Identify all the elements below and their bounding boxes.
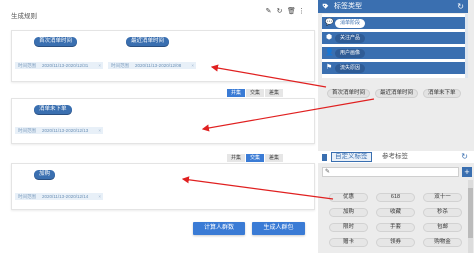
union-button[interactable]: 并集 [227,89,246,97]
flag-icon: ⚑ [325,64,333,71]
tab-reference-tags[interactable]: 参考标签 [382,152,408,162]
tag-type-title: 标签类型 [334,3,362,10]
custom-tag[interactable]: 购物金 [423,238,462,247]
scrollbar-thumb[interactable] [468,188,473,238]
bookmark-icon [322,154,327,161]
tag-type-header: 标签类型 ↻ [318,0,468,13]
union-button[interactable]: 并集 [227,154,246,162]
time-range-row[interactable]: 时间范围 2020/11/13-2020/12/14 × [15,193,103,200]
tag-input[interactable]: ✎ [322,167,459,177]
intersect-button[interactable]: 交集 [246,154,265,162]
chat-icon: 💬 [325,19,334,26]
tab-custom-tags[interactable]: 自定义标签 [331,152,372,162]
difference-button[interactable]: 差集 [265,154,284,162]
pencil-icon: ✎ [325,169,331,175]
delete-icon[interactable]: 🗑 [287,8,296,15]
edit-icon[interactable]: ✎ [265,8,272,15]
custom-tag[interactable]: 618 [376,193,415,202]
rule-card-3: 加购 时间范围 2020/11/13-2020/12/14 × [11,163,315,210]
rule-chip[interactable]: 加购 [34,170,56,179]
category-item-product[interactable]: ⬢ 关注产品 [322,32,468,44]
category-item-churn[interactable]: ⚑ 流失原因 [322,62,468,74]
compute-count-button[interactable]: 计算人群数 [193,222,245,235]
refresh-icon[interactable]: ↻ [461,152,468,161]
tag-category-list: 💬 消单阶段 ⬢ 关注产品 👤 用户画像 ⚑ 流失原因 [322,14,468,78]
custom-tag[interactable]: 秒杀 [423,208,462,217]
category-label: 流失原因 [335,63,366,73]
more-icon[interactable]: ⋮ [298,8,305,15]
custom-tag[interactable]: 加购 [329,208,368,217]
workspace-toolbar: ✎ ↻ 🗑 ⋮ [265,8,305,15]
custom-tag-grid: 优惠 618 双十一加购 收藏 秒杀限时 手套 包邮赠卡 领券 购物金 [322,180,468,253]
custom-tag[interactable]: 包邮 [423,223,462,232]
custom-tag[interactable]: 赠卡 [329,238,368,247]
category-tag[interactable]: 消单未下单 [423,89,461,98]
custom-tag[interactable]: 双十一 [423,193,462,202]
tag-tabs: 自定义标签 参考标签 ↻ [318,151,474,163]
custom-tag[interactable]: 优惠 [329,193,368,202]
custom-tag[interactable]: 限时 [329,223,368,232]
app-root: 生成规则 ✎ ↻ 🗑 ⋮ 首次消单时间 最近消单时间 时间范围 2020/11/1… [0,0,474,253]
generate-group-button[interactable]: 生成人群包 [252,222,305,235]
rule-chip[interactable]: 首次消单时间 [34,37,78,46]
time-range-row[interactable]: 时间范围 2020/11/13-2020/12/08 × [108,62,196,69]
custom-tag[interactable]: 收藏 [376,208,415,217]
category-scrollbar[interactable] [465,14,468,78]
category-tag[interactable]: 首次消单时间 [327,89,371,98]
rule-card-2: 消单未下单 时间范围 2020/11/13-2020/12/13 × [11,98,315,144]
category-label: 用户画像 [335,48,366,58]
custom-tag[interactable]: 领券 [376,238,415,247]
workspace-title: 生成规则 [11,13,37,20]
category-tag[interactable]: 最近消单时间 [375,89,419,98]
user-icon: 👤 [325,49,334,56]
category-label: 关注产品 [335,33,366,43]
add-tag-button[interactable]: + [462,167,472,177]
time-range-row[interactable]: 时间范围 2020/11/13-2020/12/31 × [15,62,103,69]
rule-card-1: 首次消单时间 最近消单时间 时间范围 2020/11/13-2020/12/31 ×… [11,30,315,82]
difference-button[interactable]: 差集 [265,89,284,97]
category-item-stage[interactable]: 💬 消单阶段 [322,17,468,29]
rule-chip[interactable]: 最近消单时间 [126,37,170,46]
category-label: 消单阶段 [335,18,366,28]
cube-icon: ⬢ [325,34,333,41]
set-operation-toggle: 并集 交集 差集 [227,89,284,97]
custom-tag[interactable]: 手套 [376,223,415,232]
tag-grid-scrollbar[interactable] [468,180,473,253]
rule-chip[interactable]: 消单未下单 [34,105,72,114]
rule-workspace: 生成规则 ✎ ↻ 🗑 ⋮ 首次消单时间 最近消单时间 时间范围 2020/11/1… [0,0,315,253]
time-range-row[interactable]: 时间范围 2020/11/13-2020/12/13 × [15,127,103,134]
set-operation-toggle: 并集 交集 差集 [227,154,284,162]
refresh-icon[interactable]: ↻ [276,8,283,15]
refresh-icon[interactable]: ↻ [457,0,464,13]
intersect-button[interactable]: 交集 [246,89,265,97]
category-item-persona[interactable]: 👤 用户画像 [322,47,468,59]
tag-icon [322,3,329,9]
tag-panel: 标签类型 ↻ 💬 消单阶段 ⬢ 关注产品 👤 用户画像 ⚑ 流失原因 首次消单时… [318,0,474,253]
